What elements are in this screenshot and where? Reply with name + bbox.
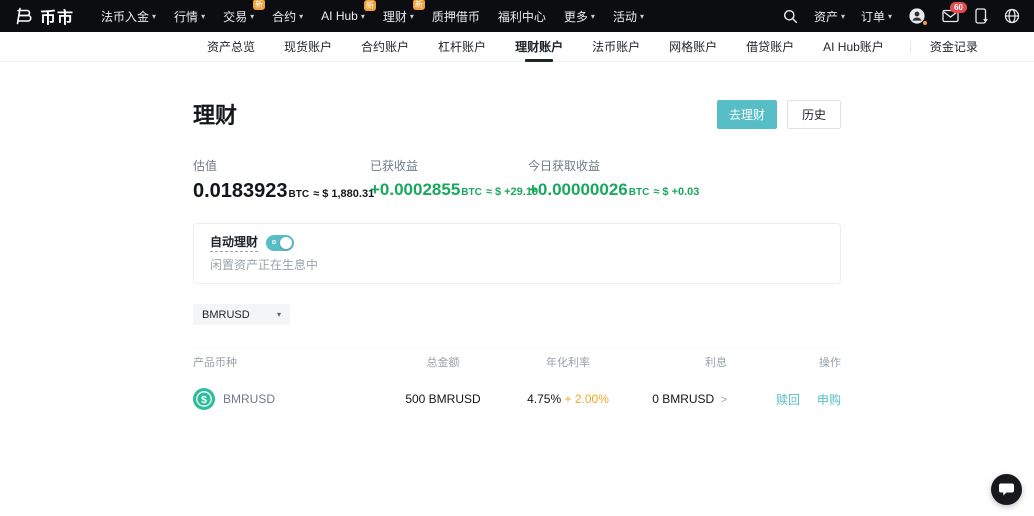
estimated-value: 0.0183923 <box>193 180 288 202</box>
top-navbar: 币市 法币入金 ▾ 行情 ▾ 交易 ▾ 新 合约 ▾ AI Hub ▾ 新 理财… <box>0 0 1034 32</box>
coin-filter-select[interactable]: BMRUSD ▾ <box>193 304 290 325</box>
chevron-down-icon: ▾ <box>887 11 892 21</box>
tab-spot-account[interactable]: 现货账户 <box>277 32 339 62</box>
language-globe-icon[interactable] <box>1004 8 1020 24</box>
main-nav: 法币入金 ▾ 行情 ▾ 交易 ▾ 新 合约 ▾ AI Hub ▾ 新 理财 ▾ … <box>92 0 653 25</box>
interest-cell[interactable]: 0 BMRUSD > <box>633 392 727 406</box>
chevron-down-icon: ▾ <box>590 11 595 21</box>
account-subnav: 资产总览 现货账户 合约账户 杠杆账户 理财账户 法币账户 网格账户 借贷账户 … <box>0 32 1034 62</box>
apr-cell: 4.75% + 2.00% <box>527 392 609 406</box>
svg-text:$: $ <box>201 394 207 406</box>
chevron-down-icon: ▾ <box>276 310 281 319</box>
nav-earn[interactable]: 理财 ▾ 新 <box>383 0 425 25</box>
stat-total-profit: 已获收益 +0.0002855 BTC ≈ $ +29.19 <box>370 159 539 199</box>
history-button[interactable]: 历史 <box>786 99 841 129</box>
coin-filter-value: BMRUSD <box>202 308 250 321</box>
tab-ai-hub-account[interactable]: AI Hub账户 <box>816 32 891 62</box>
redeem-link[interactable]: 赎回 <box>776 391 800 408</box>
nav-orders[interactable]: 订单 ▾ <box>861 8 892 25</box>
chevron-down-icon: ▾ <box>299 11 304 21</box>
tab-fiat-account[interactable]: 法币账户 <box>585 32 647 62</box>
total-profit-value: +0.0002855 <box>370 180 461 199</box>
nav-trade[interactable]: 交易 ▾ 新 <box>223 0 266 25</box>
tab-assets-overview[interactable]: 资产总览 <box>200 32 262 62</box>
new-badge: 新 <box>363 0 376 11</box>
nav-staking-loan[interactable]: 质押借币 <box>432 8 480 25</box>
tab-margin-account[interactable]: 杠杆账户 <box>431 32 493 62</box>
new-badge: 新 <box>253 0 266 10</box>
earn-products-table: 产品币种 总金额 年化利率 利息 操作 $ BMRUSD 500 BMRUSD … <box>193 347 841 420</box>
chevron-down-icon: ▾ <box>409 11 414 21</box>
nav-rewards-center[interactable]: 福利中心 <box>498 8 546 25</box>
nav-markets[interactable]: 行情 ▾ <box>174 8 205 25</box>
avatar-status-dot <box>922 20 928 26</box>
coin-name: BMRUSD <box>223 392 276 406</box>
brand-logo-icon <box>16 7 32 25</box>
search-icon[interactable] <box>783 9 798 24</box>
tab-futures-account[interactable]: 合约账户 <box>354 32 416 62</box>
nav-ai-hub[interactable]: AI Hub ▾ 新 <box>321 0 376 23</box>
table-header-row: 产品币种 总金额 年化利率 利息 操作 <box>193 347 841 378</box>
nav-fiat-deposit[interactable]: 法币入金 ▾ <box>101 8 156 25</box>
nav-assets[interactable]: 资产 ▾ <box>814 8 845 25</box>
active-tab-underline <box>525 58 554 62</box>
user-avatar[interactable] <box>908 7 928 26</box>
chevron-down-icon: ▾ <box>360 11 365 21</box>
auto-invest-subtitle: 闲置资产正在生息中 <box>210 258 319 272</box>
stat-today-profit: 今日获取收益 +0.00000026 BTC ≈ $ +0.03 <box>528 159 700 199</box>
download-app-icon[interactable] <box>975 8 988 24</box>
auto-invest-title: 自动理财 <box>210 233 259 252</box>
nav-campaigns[interactable]: 活动 ▾ <box>613 8 644 25</box>
new-badge: 新 <box>412 0 425 10</box>
table-row: $ BMRUSD 500 BMRUSD 4.75% + 2.00% 0 BMRU… <box>193 378 841 420</box>
support-chat-button[interactable] <box>991 474 1022 505</box>
subnav-divider <box>909 40 911 53</box>
tab-grid-account[interactable]: 网格账户 <box>662 32 724 62</box>
chevron-down-icon: ▾ <box>201 11 206 21</box>
tab-fund-records[interactable]: 资金记录 <box>923 32 985 62</box>
auto-invest-toggle[interactable] <box>266 234 295 251</box>
chat-bubble-icon <box>999 483 1014 496</box>
go-earn-button[interactable]: 去理财 <box>716 99 777 129</box>
tab-earn-account[interactable]: 理财账户 <box>508 32 570 62</box>
brand-logo[interactable]: 币市 <box>14 4 74 28</box>
chevron-down-icon: ▾ <box>840 11 845 21</box>
messages-icon[interactable]: 60 <box>942 2 967 23</box>
earn-account-page: 理财 去理财 历史 估值 0.0183923 BTC ≈ $ 1,880.31 … <box>0 62 1034 420</box>
total-amount-cell: 500 BMRUSD <box>405 392 481 406</box>
nav-more[interactable]: 更多 ▾ <box>564 8 595 25</box>
today-profit-value: +0.00000026 <box>528 180 628 199</box>
stat-estimated-value: 估值 0.0183923 BTC ≈ $ 1,880.31 <box>193 159 375 202</box>
tab-loan-account[interactable]: 借贷账户 <box>739 32 801 62</box>
brand-name: 币市 <box>40 10 75 27</box>
apr-bonus: + 2.00% <box>564 392 609 406</box>
chevron-down-icon: ▾ <box>152 11 157 21</box>
page-title: 理财 <box>193 103 238 128</box>
nav-futures[interactable]: 合约 ▾ <box>272 8 303 25</box>
chevron-down-icon: ▾ <box>250 11 255 21</box>
topnav-right: 资产 ▾ 订单 ▾ 60 <box>783 2 1020 26</box>
coin-dollar-icon: $ <box>193 388 215 410</box>
stats-row: 估值 0.0183923 BTC ≈ $ 1,880.31 已获收益 +0.00… <box>193 157 841 203</box>
subscribe-link[interactable]: 申购 <box>817 391 841 408</box>
chevron-down-icon: ▾ <box>639 11 644 21</box>
auto-invest-card: 自动理财 闲置资产正在生息中 <box>193 223 841 284</box>
messages-count-badge: 60 <box>950 2 967 13</box>
